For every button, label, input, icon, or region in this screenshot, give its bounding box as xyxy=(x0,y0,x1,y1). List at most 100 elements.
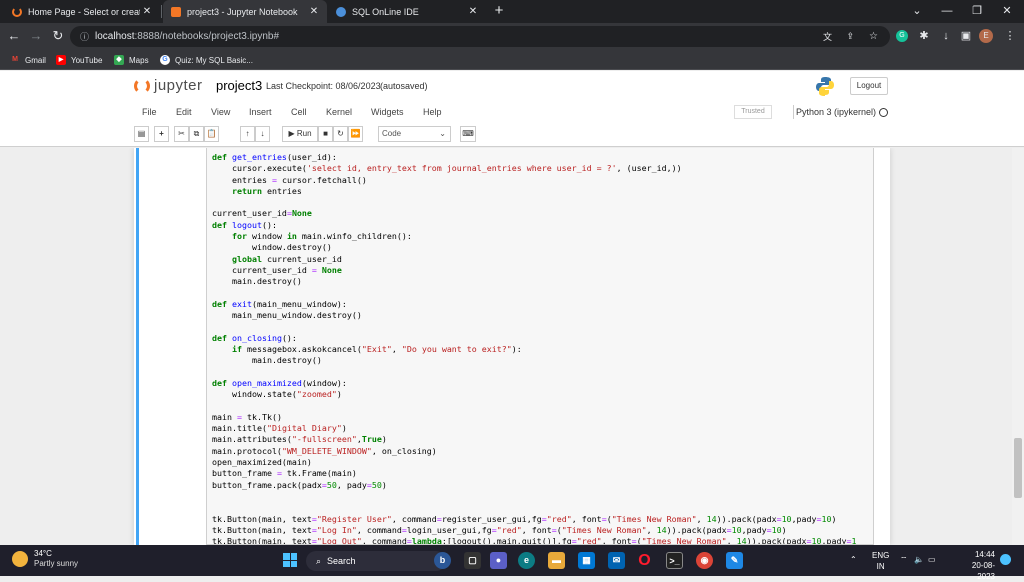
tab-search-icon[interactable]: ⌄ xyxy=(902,0,932,23)
paste-icon[interactable]: 📋 xyxy=(204,126,219,142)
code-line[interactable]: tk.Button(main, text="Log In", command=l… xyxy=(212,525,857,536)
code-line[interactable] xyxy=(212,491,857,502)
cut-icon[interactable]: ✂ xyxy=(174,126,189,142)
copy-icon[interactable]: ⧉ xyxy=(189,126,204,142)
kebab-menu-icon[interactable]: ⋮ xyxy=(1002,28,1018,44)
code-line[interactable]: main.title("Digital Diary") xyxy=(212,423,857,434)
tray-overflow-icon[interactable]: ⌃ xyxy=(850,555,857,564)
trusted-indicator[interactable]: Trusted xyxy=(734,105,772,119)
code-line[interactable]: def logout(): xyxy=(212,220,857,231)
new-tab-button[interactable]: + xyxy=(490,2,508,20)
code-line[interactable]: main.attributes("-fullscreen",True) xyxy=(212,434,857,445)
close-icon[interactable]: ✕ xyxy=(140,6,154,17)
interrupt-icon[interactable]: ■ xyxy=(318,126,333,142)
volume-icon[interactable]: 🔈 xyxy=(914,555,924,564)
code-line[interactable]: global current_user_id xyxy=(212,254,857,265)
code-line[interactable]: current_user_id=None xyxy=(212,208,857,219)
page-scrollbar[interactable] xyxy=(1012,148,1024,545)
code-line[interactable]: def open_maximized(window): xyxy=(212,378,857,389)
code-line[interactable] xyxy=(212,321,857,332)
menu-file[interactable]: File xyxy=(142,107,157,117)
reload-icon[interactable]: ↻ xyxy=(50,28,66,44)
menu-help[interactable]: Help xyxy=(423,107,442,117)
menu-insert[interactable]: Insert xyxy=(249,107,272,117)
cell-type-select[interactable]: Code ⌄ xyxy=(378,126,451,142)
save-icon[interactable]: ▤ xyxy=(134,126,149,142)
grammarly-icon[interactable]: G xyxy=(896,30,908,42)
code-line[interactable]: main_menu_window.destroy() xyxy=(212,310,857,321)
bookmark-maps[interactable]: ◆ Maps xyxy=(114,53,149,67)
kernel-name[interactable]: Python 3 (ipykernel) xyxy=(796,107,876,117)
code-line[interactable] xyxy=(212,502,857,513)
scrollbar-thumb[interactable] xyxy=(1014,438,1022,498)
side-panel-icon[interactable]: ▣ xyxy=(958,28,974,44)
battery-icon[interactable]: ▭ xyxy=(928,555,936,564)
move-up-icon[interactable]: ↑ xyxy=(240,126,255,142)
bookmark-gmail[interactable]: M Gmail xyxy=(10,53,46,67)
menu-kernel[interactable]: Kernel xyxy=(326,107,352,117)
file-explorer-icon[interactable]: ▬ xyxy=(548,552,565,569)
weather-widget[interactable]: 34°C Partly sunny xyxy=(12,549,78,569)
menu-view[interactable]: View xyxy=(211,107,230,117)
code-line[interactable]: window.state("zoomed") xyxy=(212,389,857,400)
close-icon[interactable]: ✕ xyxy=(307,6,321,17)
address-bar[interactable]: ⓘ localhost:8888/notebooks/project3.ipyn… xyxy=(70,26,890,47)
code-line[interactable]: def on_closing(): xyxy=(212,333,857,344)
minimize-icon[interactable]: — xyxy=(932,0,962,23)
wifi-icon[interactable]: ⌔ xyxy=(900,555,908,565)
insert-cell-icon[interactable]: + xyxy=(154,126,169,142)
code-line[interactable]: button_frame.pack(padx=50, pady=50) xyxy=(212,480,857,491)
command-palette-icon[interactable]: ⌨ xyxy=(460,126,476,142)
code-line[interactable]: window.destroy() xyxy=(212,242,857,253)
code-line[interactable]: tk.Button(main, text="Log Out", command=… xyxy=(212,536,857,544)
move-down-icon[interactable]: ↓ xyxy=(255,126,270,142)
windows-start-icon[interactable] xyxy=(283,553,297,567)
share-icon[interactable]: ⇪ xyxy=(846,31,854,42)
code-content[interactable]: def get_entries(user_id): cursor.execute… xyxy=(212,152,857,544)
tab-home-page[interactable]: Home Page - Select or create a n ✕ xyxy=(4,0,160,23)
code-line[interactable]: cursor.execute('select id, entry_text fr… xyxy=(212,163,857,174)
tab-jupyter-notebook[interactable]: project3 - Jupyter Notebook ✕ xyxy=(163,0,327,23)
extension-icon[interactable]: ✱ xyxy=(916,28,932,44)
code-line[interactable]: main.destroy() xyxy=(212,355,857,366)
menu-edit[interactable]: Edit xyxy=(176,107,192,117)
profile-avatar[interactable]: E xyxy=(979,29,993,43)
bookmark-quiz[interactable]: G Quiz: My SQL Basic... xyxy=(160,53,253,67)
info-icon[interactable]: ⓘ xyxy=(80,30,89,43)
logout-button[interactable]: Logout xyxy=(850,77,888,95)
opera-icon[interactable]: O xyxy=(636,552,653,569)
code-line[interactable]: open_maximized(main) xyxy=(212,457,857,468)
code-line[interactable]: def get_entries(user_id): xyxy=(212,152,857,163)
menu-cell[interactable]: Cell xyxy=(291,107,307,117)
restore-icon[interactable]: ❐ xyxy=(962,0,992,23)
microsoft-store-icon[interactable]: ▦ xyxy=(578,552,595,569)
tab-sql-online-ide[interactable]: SQL OnLine IDE ✕ xyxy=(328,0,486,23)
menu-widgets[interactable]: Widgets xyxy=(371,107,404,117)
jupyter-logo[interactable]: jupyter xyxy=(134,77,203,94)
code-line[interactable]: if messagebox.askokcancel("Exit", "Do yo… xyxy=(212,344,857,355)
bookmark-star-icon[interactable]: ☆ xyxy=(869,31,878,42)
code-line[interactable]: entries = cursor.fetchall() xyxy=(212,175,857,186)
notebook-name[interactable]: project3 xyxy=(216,78,262,93)
terminal-icon[interactable]: >_ xyxy=(666,552,683,569)
task-view-icon[interactable]: ▢ xyxy=(464,552,481,569)
restart-run-all-icon[interactable]: ⏩ xyxy=(348,126,363,142)
teams-chat-icon[interactable]: ● xyxy=(490,552,507,569)
restart-icon[interactable]: ↻ xyxy=(333,126,348,142)
code-line[interactable]: main.destroy() xyxy=(212,276,857,287)
code-line[interactable] xyxy=(212,401,857,412)
code-cell-editor[interactable]: def get_entries(user_id): cursor.execute… xyxy=(206,148,874,545)
window-close-icon[interactable]: ✕ xyxy=(992,0,1022,23)
bing-icon[interactable]: b xyxy=(434,552,451,569)
translate-icon[interactable]: 文 xyxy=(823,30,832,43)
taskbar-clock[interactable]: 14:44 20-08-2023 xyxy=(955,549,995,582)
language-indicator[interactable]: ENG IN xyxy=(872,550,889,572)
mail-icon[interactable]: ✉ xyxy=(608,552,625,569)
run-button[interactable]: ▶ Run xyxy=(282,126,318,142)
code-line[interactable]: main = tk.Tk() xyxy=(212,412,857,423)
taskbar-search[interactable]: ⌕ Search xyxy=(306,551,446,571)
code-line[interactable] xyxy=(212,197,857,208)
code-line[interactable]: return entries xyxy=(212,186,857,197)
code-line[interactable]: def exit(main_menu_window): xyxy=(212,299,857,310)
download-icon[interactable]: ↓ xyxy=(938,28,954,44)
